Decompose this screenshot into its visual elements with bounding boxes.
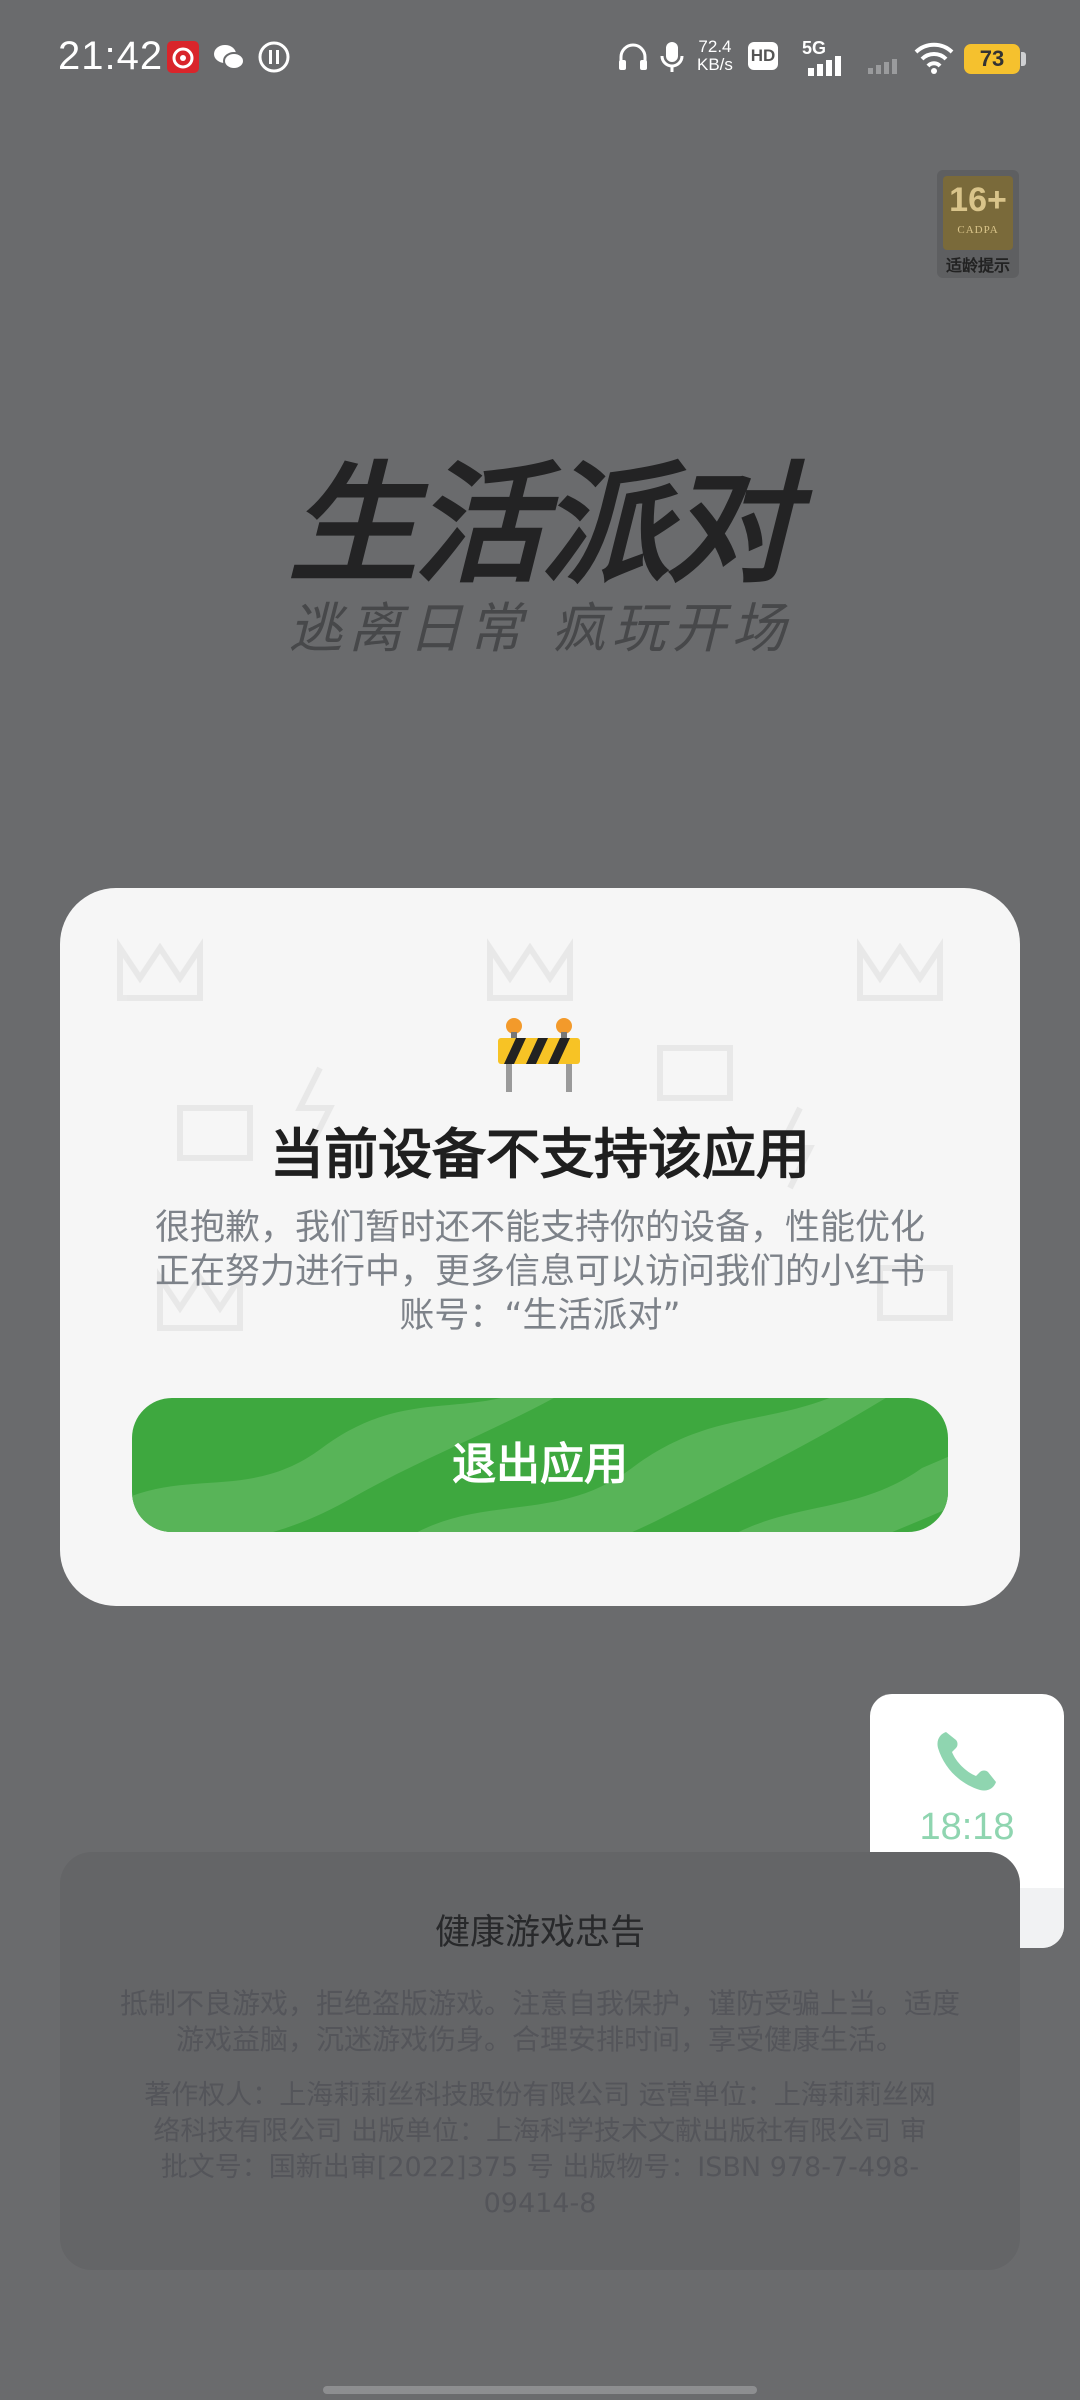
network-speed-unit: KB/s bbox=[697, 55, 733, 74]
age-rating-badge[interactable]: 16+ CADPA 适龄提示 bbox=[937, 170, 1019, 278]
dialog-title: 当前设备不支持该应用 bbox=[270, 1123, 810, 1186]
game-logo-title: 生活派对 bbox=[287, 449, 796, 601]
battery-indicator: 73 bbox=[964, 44, 1020, 74]
exit-app-button[interactable]: 退出应用 bbox=[132, 1398, 948, 1532]
status-time: 21:42 bbox=[58, 34, 164, 78]
age-rating-shield: 16+ CADPA bbox=[943, 176, 1013, 250]
age-rating-caption: 适龄提示 bbox=[945, 256, 1010, 275]
headphones-icon bbox=[619, 43, 647, 70]
roadblock-icon bbox=[498, 1018, 580, 1092]
unsupported-device-dialog: 当前设备不支持该应用 很抱歉，我们暂时还不能支持你的设备，性能优化正在努力进行中… bbox=[60, 888, 1020, 1606]
call-timer: 18:18 bbox=[919, 1806, 1015, 1848]
age-rating-value: 16+ bbox=[949, 181, 1007, 219]
app-notification-icon bbox=[258, 41, 290, 73]
dialog-message: 很抱歉，我们暂时还不能支持你的设备，性能优化正在努力进行中，更多信息可以访问我们… bbox=[154, 1208, 925, 1336]
hd-voice-badge: HD bbox=[748, 42, 778, 70]
network-speed: 72.4 KB/s bbox=[697, 38, 733, 74]
home-indicator[interactable] bbox=[323, 2386, 757, 2394]
exit-app-button-label: 退出应用 bbox=[452, 1439, 628, 1490]
network-speed-value: 72.4 bbox=[698, 37, 732, 56]
microphone-icon bbox=[660, 42, 684, 72]
wifi-icon bbox=[914, 42, 954, 74]
game-logo-slogan: 逃离日常 疯玩开场 bbox=[288, 597, 792, 660]
status-bar: 21:42 72.4 KB/s HD 5G 73 bbox=[0, 0, 1080, 116]
copyright-info: 著作权人：上海莉莉丝科技股份有限公司 运营单位：上海莉莉丝网络科技有限公司 出版… bbox=[144, 2080, 936, 2219]
health-notice-text: 抵制不良游戏，拒绝盗版游戏。注意自我保护，谨防受骗上当。适度游戏益脑，沉迷游戏伤… bbox=[119, 1987, 960, 2056]
phone-icon bbox=[937, 1732, 996, 1791]
netease-music-icon bbox=[167, 41, 199, 73]
signal-strength-secondary-icon bbox=[868, 59, 897, 74]
health-notice-title: 健康游戏忠告 bbox=[434, 1913, 645, 1953]
health-gaming-notice: 健康游戏忠告 抵制不良游戏，拒绝盗版游戏。注意自我保护，谨防受骗上当。适度游戏益… bbox=[60, 1852, 1020, 2270]
wechat-icon bbox=[214, 45, 245, 70]
signal-strength-icon bbox=[808, 56, 841, 76]
age-rating-org: CADPA bbox=[957, 224, 999, 236]
battery-tip bbox=[1021, 52, 1026, 66]
